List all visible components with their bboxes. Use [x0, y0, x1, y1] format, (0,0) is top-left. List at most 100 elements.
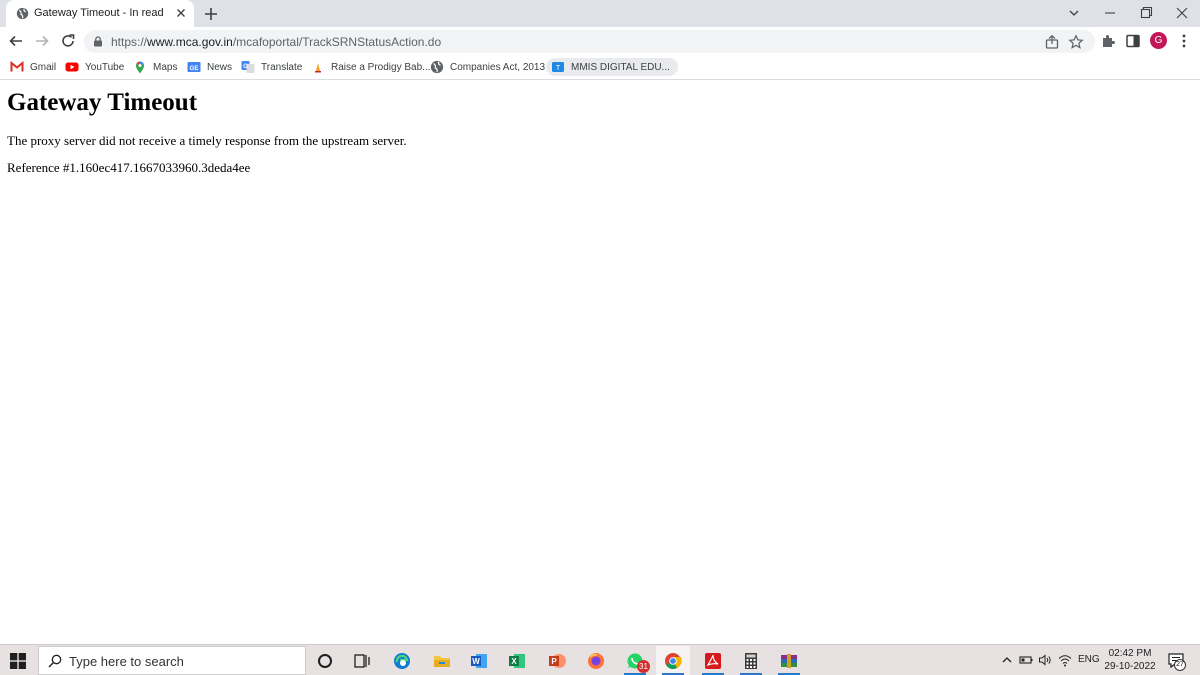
- restore-icon[interactable]: [1136, 4, 1156, 22]
- chrome-icon: [665, 653, 682, 669]
- tab-search-icon[interactable]: [1064, 4, 1084, 22]
- firefox-icon: [588, 653, 604, 669]
- svg-text:T: T: [556, 65, 561, 72]
- extensions-icon[interactable]: [1100, 33, 1116, 49]
- svg-text:GE: GE: [190, 66, 199, 72]
- powerpoint-app[interactable]: P: [540, 646, 574, 675]
- excel-icon: X: [509, 654, 525, 668]
- bookmark-translate[interactable]: G Translate: [241, 58, 302, 76]
- language-indicator[interactable]: ENG: [1078, 654, 1100, 665]
- prodigy-icon: [315, 63, 321, 73]
- error-reference: Reference #1.160ec417.1667033960.3deda4e…: [7, 160, 251, 175]
- word-icon: W: [471, 654, 487, 668]
- search-icon: [48, 654, 62, 668]
- battery-icon[interactable]: [1019, 653, 1033, 667]
- bookmark-label: Translate: [261, 61, 303, 73]
- acrobat-app[interactable]: [696, 646, 730, 675]
- youtube-icon: [65, 62, 79, 72]
- svg-text:P: P: [551, 657, 557, 666]
- edge-icon: [394, 653, 410, 669]
- svg-text:G: G: [243, 64, 248, 70]
- bookmark-label: YouTube: [85, 61, 125, 73]
- show-hidden-icons-icon[interactable]: [1000, 653, 1014, 667]
- edge-app[interactable]: [385, 646, 419, 675]
- winrar-icon: [781, 654, 797, 668]
- wifi-icon[interactable]: [1058, 653, 1072, 667]
- url-text[interactable]: https://www.mca.gov.in/mcafoportal/Track…: [111, 35, 441, 49]
- bookmark-youtube[interactable]: YouTube: [65, 58, 124, 76]
- bookmarks-bar: Gmail YouTube Maps GE News G Translate R…: [0, 55, 1200, 80]
- file-explorer-app[interactable]: [425, 646, 459, 675]
- powerpoint-icon: P: [549, 654, 566, 668]
- bookmark-label: MMIS DIGITAL EDU...: [571, 61, 670, 73]
- cortana-button[interactable]: [308, 646, 342, 675]
- bookmark-prodigy[interactable]: Raise a Prodigy Bab...: [311, 58, 431, 76]
- bookmark-gmail[interactable]: Gmail: [10, 58, 56, 76]
- bookmark-maps[interactable]: Maps: [133, 58, 177, 76]
- bookmark-news[interactable]: GE News: [187, 58, 232, 76]
- action-center-button[interactable]: 27: [1167, 651, 1187, 671]
- browser-tab[interactable]: Gateway Timeout - In read: [6, 0, 194, 27]
- excel-app[interactable]: X: [500, 646, 534, 675]
- maps-icon: [136, 61, 144, 74]
- bookmark-companies-act[interactable]: Companies Act, 2013: [430, 58, 545, 76]
- volume-icon[interactable]: [1038, 653, 1052, 667]
- firefox-app[interactable]: [579, 646, 613, 675]
- gmail-icon: [10, 60, 24, 72]
- page-content: Gateway Timeout The proxy server did not…: [0, 81, 1200, 644]
- calculator-app[interactable]: [734, 646, 768, 675]
- error-message: The proxy server did not receive a timel…: [7, 133, 407, 148]
- acrobat-icon: [705, 653, 721, 669]
- clock-time: 02:42 PM: [1108, 648, 1152, 659]
- whatsapp-app[interactable]: 31: [618, 646, 652, 675]
- whatsapp-badge: 31: [637, 660, 650, 673]
- system-clock[interactable]: 02:42 PM 29-10-2022: [1100, 647, 1160, 673]
- tab-title: Gateway Timeout - In read: [34, 7, 164, 19]
- forward-icon[interactable]: [34, 33, 50, 49]
- globe-icon: [430, 60, 444, 74]
- svg-text:X: X: [511, 657, 517, 666]
- globe-icon: [16, 7, 29, 20]
- word-app[interactable]: W: [462, 646, 496, 675]
- share-icon[interactable]: [1044, 34, 1060, 50]
- news-icon: GE: [187, 62, 201, 72]
- browser-toolbar: https://www.mca.gov.in/mcafoportal/Track…: [0, 27, 1200, 55]
- translate-icon: G: [241, 61, 255, 73]
- url-host: www.mca.gov.in: [147, 35, 233, 49]
- page-title: Gateway Timeout: [7, 89, 198, 116]
- task-view-icon: [354, 654, 370, 668]
- lock-icon[interactable]: [93, 36, 103, 47]
- side-panel-icon[interactable]: [1125, 33, 1141, 49]
- more-options-icon[interactable]: [1176, 33, 1192, 49]
- new-tab-icon[interactable]: [202, 5, 220, 23]
- clock-date: 29-10-2022: [1104, 661, 1156, 672]
- bookmark-label: News: [207, 61, 233, 73]
- bookmark-label: Raise a Prodigy Bab...: [331, 61, 431, 73]
- chrome-app[interactable]: [656, 646, 690, 675]
- close-window-icon[interactable]: [1172, 4, 1192, 22]
- profile-avatar[interactable]: G: [1150, 32, 1167, 49]
- url-scheme: https://: [111, 35, 148, 49]
- taskbar: Type here to search W X P 31 ENG 02:42 P…: [0, 644, 1200, 675]
- bookmark-label: Maps: [153, 61, 178, 73]
- winrar-app[interactable]: [772, 646, 806, 675]
- bookmark-label: Gmail: [30, 61, 57, 73]
- calculator-icon: [745, 653, 757, 669]
- search-placeholder: Type here to search: [69, 654, 184, 669]
- reload-icon[interactable]: [60, 33, 76, 49]
- address-bar[interactable]: https://www.mca.gov.in/mcafoportal/Track…: [84, 30, 1095, 53]
- taskbar-search[interactable]: Type here to search: [38, 646, 306, 675]
- file-explorer-icon: [434, 656, 450, 667]
- bookmark-label: Companies Act, 2013: [450, 61, 546, 73]
- back-icon[interactable]: [8, 33, 24, 49]
- svg-text:W: W: [472, 657, 480, 666]
- bookmark-mmis[interactable]: T MMIS DIGITAL EDU...: [546, 58, 678, 76]
- bookmark-star-icon[interactable]: [1068, 34, 1084, 50]
- task-view-button[interactable]: [345, 646, 379, 675]
- cortana-icon: [318, 654, 332, 668]
- close-tab-icon[interactable]: [174, 6, 188, 20]
- tab-strip: Gateway Timeout - In read: [0, 0, 1200, 27]
- windows-start-icon[interactable]: [10, 653, 26, 669]
- url-path: /mcafoportal/TrackSRNStatusAction.do: [232, 35, 442, 49]
- minimize-icon[interactable]: [1100, 4, 1120, 22]
